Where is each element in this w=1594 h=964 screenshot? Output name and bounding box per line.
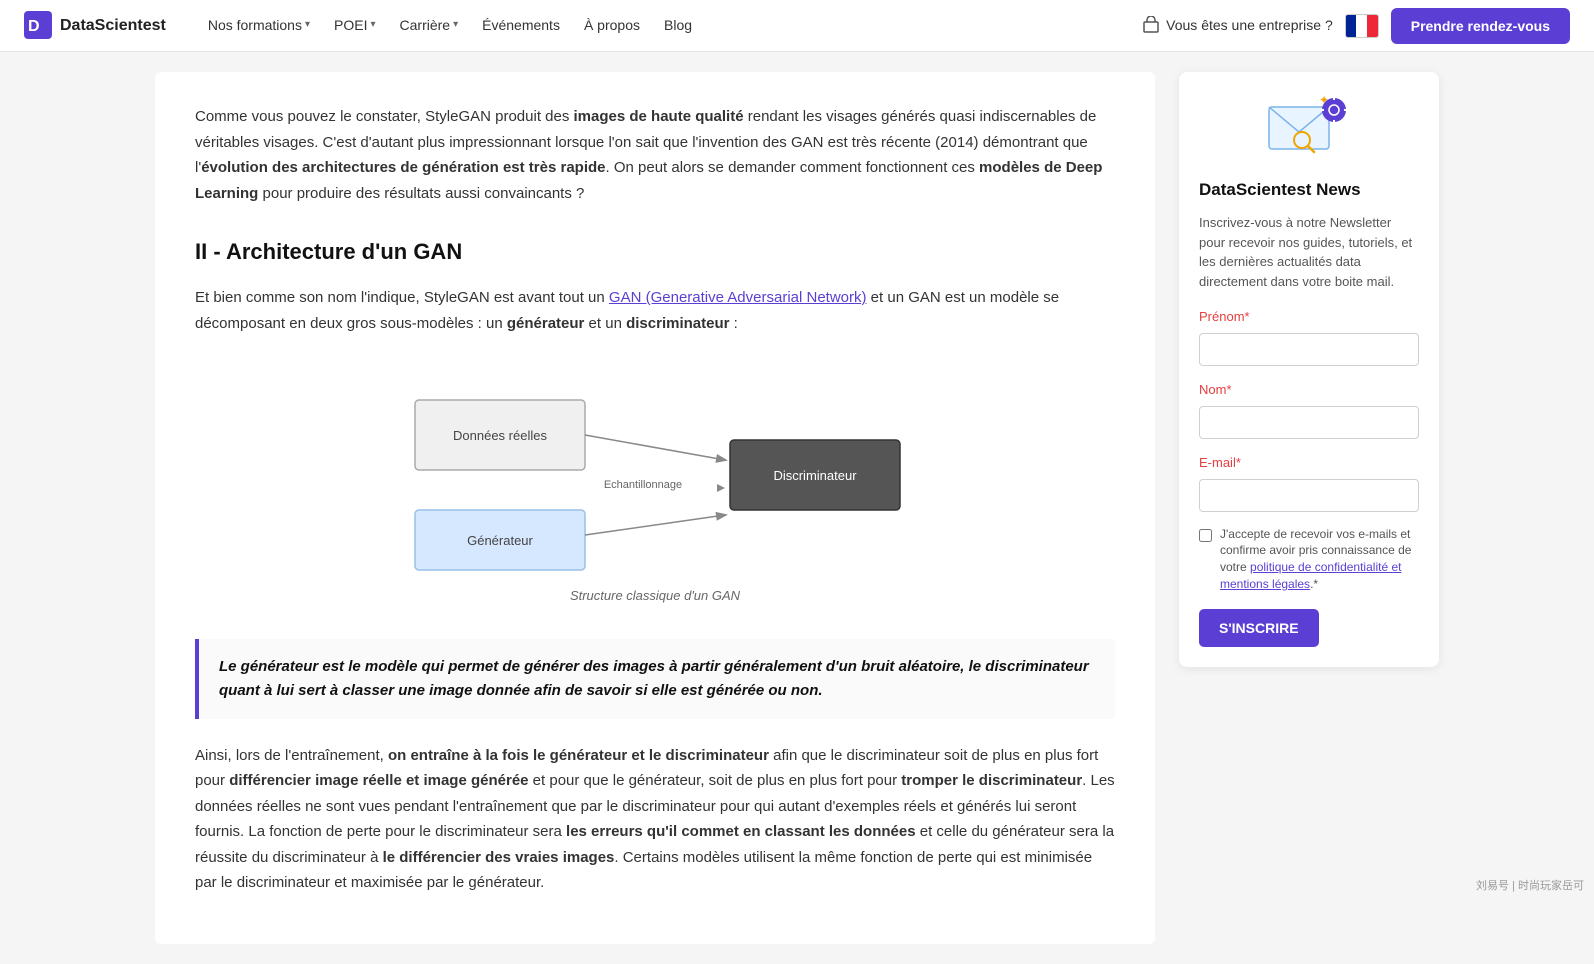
enterprise-icon <box>1142 16 1160 34</box>
email-group: E-mail* <box>1199 453 1419 512</box>
prenom-label: Prénom* <box>1199 307 1419 328</box>
intro-paragraph: Comme vous pouvez le constater, StyleGAN… <box>195 104 1115 206</box>
section-paragraph: Et bien comme son nom l'indique, StyleGA… <box>195 285 1115 336</box>
nom-group: Nom* <box>1199 380 1419 439</box>
nom-input[interactable] <box>1199 406 1419 439</box>
flag-white <box>1356 15 1367 37</box>
prenom-required: * <box>1245 309 1250 324</box>
logo-text: DataScientest <box>60 13 166 39</box>
newsletter-icon: ✦ <box>1264 92 1354 162</box>
news-title: DataScientest News <box>1199 176 1419 203</box>
svg-text:D: D <box>28 18 40 35</box>
svg-text:✦: ✦ <box>1319 93 1329 107</box>
highlight-quote-text: Le générateur est le modèle qui permet d… <box>219 658 1089 699</box>
news-desc: Inscrivez-vous à notre Newsletter pour r… <box>1199 213 1419 291</box>
nav-item-formations[interactable]: Nos formations ▾ <box>198 8 320 42</box>
sidebar: ✦ DataScientest News Inscrivez-vous à no… <box>1179 72 1439 944</box>
prenom-input[interactable] <box>1199 333 1419 366</box>
prenom-group: Prénom* <box>1199 307 1419 366</box>
consent-checkbox[interactable] <box>1199 529 1212 542</box>
chevron-down-icon: ▾ <box>305 17 310 33</box>
section-title: II - Architecture d'un GAN <box>195 234 1115 269</box>
nom-label: Nom* <box>1199 380 1419 401</box>
gan-diagram: Données réelles Générateur Echantillonna… <box>395 360 915 580</box>
privacy-link[interactable]: politique de confidentialité et mentions… <box>1220 560 1401 591</box>
main-content: Comme vous pouvez le constater, StyleGAN… <box>155 72 1155 944</box>
highlight-quote: Le générateur est le modèle qui permet d… <box>195 639 1115 719</box>
nav-item-blog[interactable]: Blog <box>654 8 702 42</box>
logo-icon: D <box>24 11 52 39</box>
nav-poei-label: POEI <box>334 14 367 36</box>
svg-text:Générateur: Générateur <box>467 533 533 548</box>
consent-label: J'accepte de recevoir vos e-mails et con… <box>1220 526 1419 593</box>
nav-item-carriere[interactable]: Carrière ▾ <box>390 8 469 42</box>
flag-france[interactable] <box>1345 14 1379 38</box>
email-input[interactable] <box>1199 479 1419 512</box>
nav-formations-label: Nos formations <box>208 14 302 36</box>
navbar-right: Vous êtes une entreprise ? Prendre rende… <box>1142 8 1570 44</box>
page-wrapper: Comme vous pouvez le constater, StyleGAN… <box>97 52 1497 964</box>
svg-text:Echantillonnage: Echantillonnage <box>604 479 682 491</box>
nav-item-apropos[interactable]: À propos <box>574 8 650 42</box>
nav-evenements-label: Événements <box>482 14 560 36</box>
chevron-down-icon: ▾ <box>453 17 458 33</box>
nav-apropos-label: À propos <box>584 14 640 36</box>
bottom-paragraph: Ainsi, lors de l'entraînement, on entraî… <box>195 743 1115 896</box>
flag-blue <box>1346 15 1357 37</box>
consent-required: * <box>1313 577 1318 591</box>
cta-button[interactable]: Prendre rendez-vous <box>1391 8 1570 44</box>
nom-required: * <box>1226 382 1231 397</box>
subscribe-button[interactable]: S'INSCRIRE <box>1199 609 1319 647</box>
nav-item-poei[interactable]: POEI ▾ <box>324 8 386 42</box>
navbar-left: D DataScientest Nos formations ▾ POEI ▾ … <box>24 8 702 42</box>
gan-link[interactable]: GAN (Generative Adversarial Network) <box>609 289 867 306</box>
diagram-caption: Structure classique d'un GAN <box>570 586 740 607</box>
nav-item-evenements[interactable]: Événements <box>472 8 570 42</box>
enterprise-label: Vous êtes une entreprise ? <box>1166 14 1333 36</box>
email-label: E-mail* <box>1199 453 1419 474</box>
nav-links: Nos formations ▾ POEI ▾ Carrière ▾ Événe… <box>198 8 702 42</box>
news-card-header: ✦ <box>1199 92 1419 162</box>
diagram-container: Données réelles Générateur Echantillonna… <box>195 360 1115 607</box>
navbar: D DataScientest Nos formations ▾ POEI ▾ … <box>0 0 1594 52</box>
nav-blog-label: Blog <box>664 14 692 36</box>
consent-row: J'accepte de recevoir vos e-mails et con… <box>1199 526 1419 593</box>
logo[interactable]: D DataScientest <box>24 11 166 39</box>
nav-carriere-label: Carrière <box>400 14 451 36</box>
svg-text:Discriminateur: Discriminateur <box>773 468 857 483</box>
watermark: 刘易号 | 时尚玩家岳可 <box>1476 878 1584 896</box>
email-required: * <box>1236 455 1241 470</box>
chevron-down-icon: ▾ <box>370 17 375 33</box>
flag-red <box>1367 15 1378 37</box>
enterprise-link[interactable]: Vous êtes une entreprise ? <box>1142 14 1333 36</box>
newsletter-card: ✦ DataScientest News Inscrivez-vous à no… <box>1179 72 1439 667</box>
svg-text:Données réelles: Données réelles <box>453 428 547 443</box>
